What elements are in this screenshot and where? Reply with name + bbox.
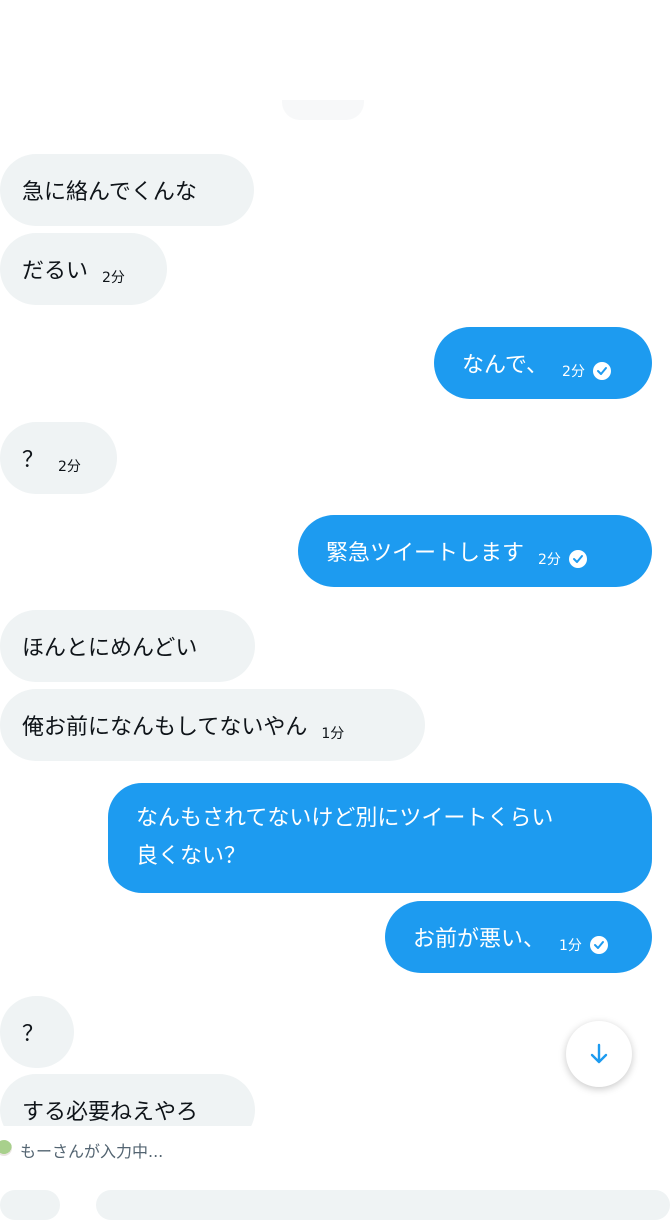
typing-indicator: もーさんが入力中... — [0, 1126, 670, 1220]
message-time: 1分 — [321, 726, 345, 742]
arrow-down-icon — [590, 1043, 608, 1064]
read-check-icon — [589, 936, 608, 954]
message-received[interactable]: ？ — [0, 996, 74, 1068]
read-check-icon — [568, 550, 587, 568]
message-text: ほんとにめんどい — [22, 636, 198, 661]
scroll-to-bottom-button[interactable] — [566, 1021, 632, 1087]
message-received[interactable]: 急に絡んでくんな — [0, 154, 254, 226]
message-text-line: なんもされてないけど別にツイートくらい — [136, 806, 554, 831]
message-text: する必要ねえやろ — [22, 1100, 199, 1125]
message-composer[interactable] — [96, 1190, 670, 1220]
typing-avatar — [0, 1140, 12, 1156]
message-sent[interactable]: なんもされてないけど別にツイートくらい 良くない？ — [108, 783, 652, 893]
message-time: 2分 — [562, 364, 585, 380]
message-sent[interactable]: 緊急ツイートします 2分 — [298, 515, 652, 587]
message-received[interactable]: 俺お前になんもしてないやん 1分 — [0, 689, 425, 761]
message-text-line: 良くない？ — [136, 844, 247, 869]
message-time: 1分 — [559, 938, 582, 954]
message-text: 俺お前になんもしてないやん — [22, 715, 308, 740]
read-check-icon — [592, 362, 611, 380]
message-time: 2分 — [538, 552, 561, 568]
message-text: お前が悪い、 — [413, 927, 546, 952]
message-text: なんで、 — [462, 353, 549, 378]
message-text: だるい — [22, 259, 89, 284]
message-received[interactable]: ？ 2分 — [0, 422, 117, 494]
message-text: 急に絡んでくんな — [22, 180, 197, 205]
message-sent[interactable]: なんで、 2分 — [434, 327, 652, 399]
message-text: ？ — [22, 448, 45, 473]
message-received[interactable]: だるい 2分 — [0, 233, 167, 305]
typing-indicator-text: もーさんが入力中... — [20, 1142, 164, 1161]
message-received[interactable]: ほんとにめんどい — [0, 610, 255, 682]
message-time: 2分 — [58, 459, 81, 475]
message-time: 2分 — [102, 270, 125, 286]
message-text: ？ — [22, 1022, 45, 1047]
header-mask — [0, 0, 670, 100]
message-text: 緊急ツイートします — [326, 541, 525, 566]
message-sent[interactable]: お前が悪い、 1分 — [385, 901, 652, 973]
composer-button[interactable] — [0, 1190, 60, 1220]
